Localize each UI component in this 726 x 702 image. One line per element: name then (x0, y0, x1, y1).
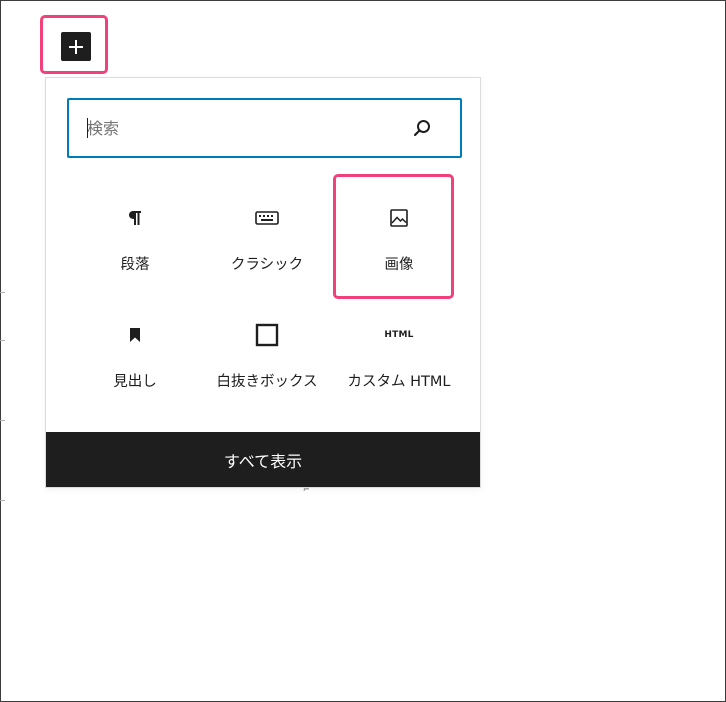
block-search (67, 98, 462, 158)
editor-margin-mark (0, 340, 5, 341)
editor-margin-mark (0, 292, 5, 293)
editor-margin-mark (0, 500, 5, 501)
keyboard-icon (247, 203, 287, 233)
block-custom-html[interactable]: HTML カスタム HTML (333, 300, 465, 417)
block-search-input[interactable] (69, 100, 410, 156)
square-icon (247, 320, 287, 350)
block-classic[interactable]: クラシック (201, 183, 333, 300)
show-all-button[interactable]: すべて表示 (46, 432, 480, 487)
block-paragraph[interactable]: 段落 (69, 183, 201, 300)
block-outline-box[interactable]: 白抜きボックス (201, 300, 333, 417)
block-label: 段落 (120, 257, 150, 273)
block-label: 見出し (113, 374, 157, 390)
editor-margin-mark (0, 420, 5, 421)
highlight-add-block (40, 15, 108, 74)
search-icon[interactable] (410, 116, 434, 140)
paragraph-icon (115, 203, 155, 233)
text-caret (87, 118, 88, 138)
block-heading[interactable]: 見出し (69, 300, 201, 417)
block-label: クラシック (230, 257, 304, 273)
block-label: 白抜きボックス (216, 374, 318, 390)
html-icon-text: HTML (384, 330, 414, 340)
block-label: カスタム HTML (347, 374, 451, 390)
highlight-image-block (333, 174, 454, 299)
html-icon: HTML (379, 320, 419, 350)
bookmark-icon (115, 320, 155, 350)
